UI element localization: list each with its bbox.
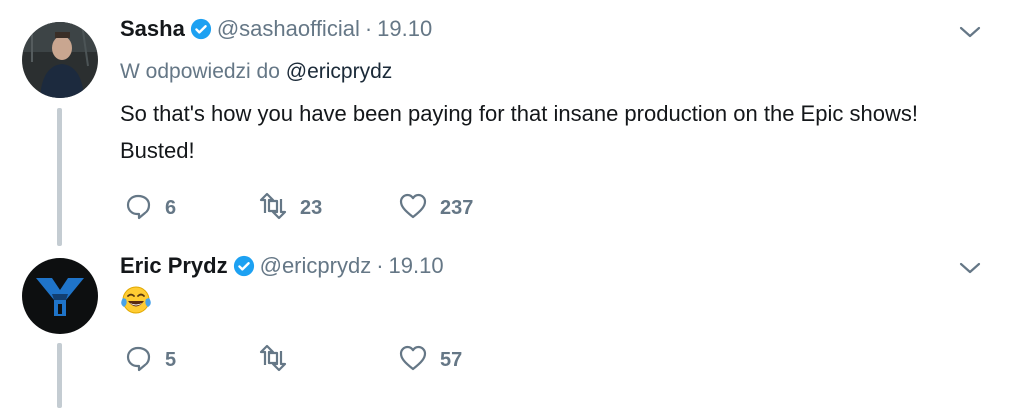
chevron-down-icon[interactable] [958, 20, 982, 44]
timestamp[interactable]: 19.10 [377, 16, 432, 42]
reply-prefix: W odpowiedzi do [120, 60, 280, 83]
username[interactable]: @ericprydz [260, 253, 372, 279]
like-button[interactable]: 237 [398, 191, 473, 226]
separator: · [364, 16, 373, 41]
reply-icon [123, 343, 153, 378]
reply-button[interactable]: 5 [123, 343, 176, 378]
chevron-down-icon[interactable] [958, 256, 982, 280]
tweet-header: Eric Prydz @ericprydz · 19.10 [120, 253, 444, 279]
thread-line [57, 108, 62, 246]
verified-badge-icon [190, 18, 212, 40]
like-count: 237 [440, 197, 474, 219]
reply-handle-link[interactable]: @ericprydz [286, 60, 393, 83]
like-count: 57 [440, 349, 463, 371]
separator: · [376, 253, 384, 278]
avatar[interactable] [22, 258, 98, 334]
reply-count: 5 [165, 349, 177, 371]
retweet-icon [258, 191, 288, 226]
verified-badge-icon [233, 255, 255, 277]
reply-count: 6 [165, 197, 177, 219]
reply-icon [123, 191, 153, 226]
retweet-icon [258, 343, 288, 378]
reply-context: W odpowiedzi do @ericprydz [120, 60, 392, 84]
retweet-button[interactable]: 23 [258, 191, 322, 226]
heart-icon [398, 191, 428, 226]
retweet-count: 23 [300, 197, 323, 219]
face-with-tears-of-joy-emoji [120, 284, 152, 316]
tweet-text: So that's how you have been paying for t… [120, 101, 918, 163]
display-name[interactable]: Sasha [120, 16, 185, 42]
retweet-button[interactable] [258, 343, 300, 378]
username[interactable]: @sashaofficial [217, 16, 360, 42]
display-name[interactable]: Eric Prydz [120, 253, 228, 279]
thread-line [57, 343, 62, 408]
tweet-header: Sasha @sashaofficial · 19.10 [120, 16, 432, 42]
avatar[interactable] [22, 22, 98, 98]
timestamp[interactable]: 19.10 [389, 253, 444, 279]
like-button[interactable]: 57 [398, 343, 462, 378]
reply-button[interactable]: 6 [123, 191, 176, 226]
heart-icon [398, 343, 428, 378]
